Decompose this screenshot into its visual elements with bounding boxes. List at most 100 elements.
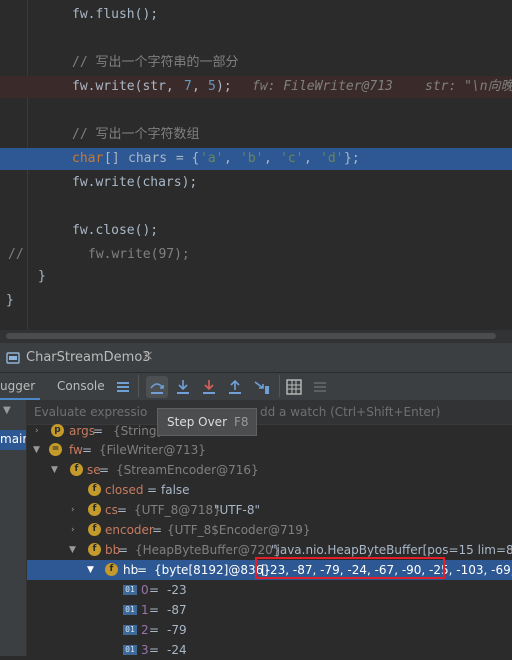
variable-equals: =	[149, 623, 160, 637]
run-to-cursor-icon[interactable]	[253, 378, 271, 396]
variable-row-cs[interactable]: › f cs = {UTF_8@718} "UTF-8"	[27, 500, 512, 520]
debug-tab-title[interactable]: CharStreamDemo3	[26, 350, 151, 365]
variable-value: "UTF-8"	[214, 503, 261, 517]
step-over-icon	[150, 383, 164, 394]
trace-icon[interactable]	[312, 379, 328, 395]
collapse-arrow-icon[interactable]: ▼	[51, 460, 58, 480]
array-item-row[interactable]: 01 1 = -87	[27, 600, 512, 620]
frames-panel[interactable]: ▼ main:	[0, 400, 27, 656]
variable-row-args[interactable]: › p args = {String[	[27, 421, 512, 441]
variable-row-encoder[interactable]: › f encoder = {UTF_8$Encoder@719}	[27, 520, 512, 540]
array-element-icon: 01	[123, 605, 137, 615]
force-step-into-icon[interactable]	[201, 378, 217, 396]
variable-type: {byte[8192]@836}	[154, 563, 271, 577]
code-number: 7	[184, 79, 192, 94]
code-text: }	[6, 293, 14, 308]
code-comment: // 写出一个字符数组	[72, 127, 200, 142]
code-variable: chars	[128, 151, 168, 166]
code-text: fw.close();	[72, 223, 159, 238]
collapse-arrow-icon[interactable]: ▼	[69, 540, 76, 560]
variable-name: args	[69, 424, 95, 438]
variable-equals: =	[147, 483, 158, 497]
code-line-write-chars[interactable]: fw.write(chars);	[0, 172, 512, 194]
variable-type: {UTF_8$Encoder@719}	[167, 523, 311, 537]
code-text: []	[104, 151, 128, 166]
code-line-comment[interactable]: // 写出一个字符串的一部分	[0, 52, 512, 74]
frame-item[interactable]: main:	[0, 430, 26, 450]
inline-debug-value: str: "\n向晚	[425, 79, 512, 94]
code-line-brace[interactable]: }	[0, 290, 512, 312]
array-item-row[interactable]: 01 0 = -23	[27, 580, 512, 600]
tab-console[interactable]: Console	[57, 379, 105, 393]
code-line-write-str[interactable]: fw.write(str, 7 , 5 ); fw: FileWriter@71…	[0, 76, 512, 98]
collapse-arrow-icon[interactable]: ▼	[87, 560, 94, 580]
code-char: 'a'	[200, 151, 224, 166]
code-line-close[interactable]: fw.close();	[0, 220, 512, 242]
code-comment: // 写出一个字符串的一部分	[72, 55, 239, 70]
code-keyword: char	[72, 151, 104, 166]
code-line-current[interactable]: char [] chars = { 'a' , 'b' , 'c' , 'd' …	[0, 148, 512, 170]
field-icon: =	[49, 443, 62, 456]
debug-bug-icon	[6, 352, 20, 364]
code-line-commented[interactable]: // fw.write(97);	[0, 244, 512, 266]
expand-arrow-icon[interactable]: ›	[35, 421, 39, 441]
variable-equals: =	[149, 583, 160, 597]
variable-name: cs	[105, 503, 118, 517]
variable-equals: =	[149, 603, 160, 617]
code-text: fw.write(str,	[72, 79, 182, 94]
menu-icon[interactable]	[116, 380, 130, 394]
close-tab-icon[interactable]: ×	[142, 348, 154, 364]
code-comment: fw.write(97);	[88, 247, 190, 262]
code-editor[interactable]: fw.flush(); // 写出一个字符串的一部分 fw.write(str,…	[0, 0, 512, 342]
array-value: -24	[167, 643, 187, 657]
variable-row-closed[interactable]: f closed = false	[27, 480, 512, 500]
array-index: 3	[141, 643, 149, 657]
evaluate-expression-icon[interactable]	[286, 379, 302, 395]
code-char: 'b'	[240, 151, 264, 166]
step-into-icon[interactable]	[175, 378, 191, 396]
step-over-button[interactable]	[146, 376, 168, 398]
code-text: );	[216, 79, 232, 94]
array-element-icon: 01	[123, 645, 137, 655]
variable-name: hb	[123, 563, 139, 577]
highlight-annotation-box	[255, 557, 445, 579]
expand-arrow-icon[interactable]: ›	[71, 520, 75, 540]
step-over-tooltip: Step Over F8	[157, 408, 257, 436]
code-text: ,	[264, 151, 272, 166]
collapse-arrow-icon[interactable]: ▼	[3, 405, 11, 416]
array-index: 2	[141, 623, 149, 637]
code-char: 'c'	[280, 151, 304, 166]
frame-label: main:	[0, 432, 26, 446]
collapse-arrow-icon[interactable]: ▼	[33, 440, 40, 460]
code-text: ,	[192, 79, 208, 94]
array-element-icon: 01	[123, 625, 137, 635]
debug-toolbar: ugger Console	[0, 372, 512, 401]
expand-arrow-icon[interactable]: ›	[71, 500, 75, 520]
code-line-flush[interactable]: fw.flush();	[0, 4, 512, 26]
array-index: 0	[141, 583, 149, 597]
code-text: };	[344, 151, 360, 166]
code-text: fw.write(chars);	[72, 175, 198, 190]
tooltip-label: Step Over	[167, 415, 227, 429]
variable-equals: =	[117, 503, 128, 517]
variable-equals: =	[137, 563, 148, 577]
code-line-comment[interactable]: // 写出一个字符数组	[0, 124, 512, 146]
debug-tool-window-header: CharStreamDemo3 ×	[0, 342, 512, 373]
variable-equals: =	[82, 443, 93, 457]
array-item-row[interactable]: 01 2 = -79	[27, 620, 512, 640]
code-line-brace[interactable]: }	[0, 266, 512, 288]
variable-row-se[interactable]: ▼ f se = {StreamEncoder@716}	[27, 460, 512, 480]
field-icon: f	[70, 463, 83, 476]
scrollbar-thumb[interactable]	[6, 333, 496, 339]
variable-row-fw[interactable]: ▼ = fw = {FileWriter@713}	[27, 440, 512, 460]
tab-debugger[interactable]: ugger	[0, 379, 35, 393]
code-text: = {	[168, 151, 200, 166]
toolbar-divider	[138, 375, 139, 397]
variable-type: {String[	[113, 424, 162, 438]
step-out-icon[interactable]	[227, 378, 243, 396]
field-icon: f	[88, 543, 101, 556]
array-item-row[interactable]: 01 3 = -24	[27, 640, 512, 660]
variable-equals: =	[99, 463, 110, 477]
array-element-icon: 01	[123, 585, 137, 595]
code-text: ,	[224, 151, 232, 166]
